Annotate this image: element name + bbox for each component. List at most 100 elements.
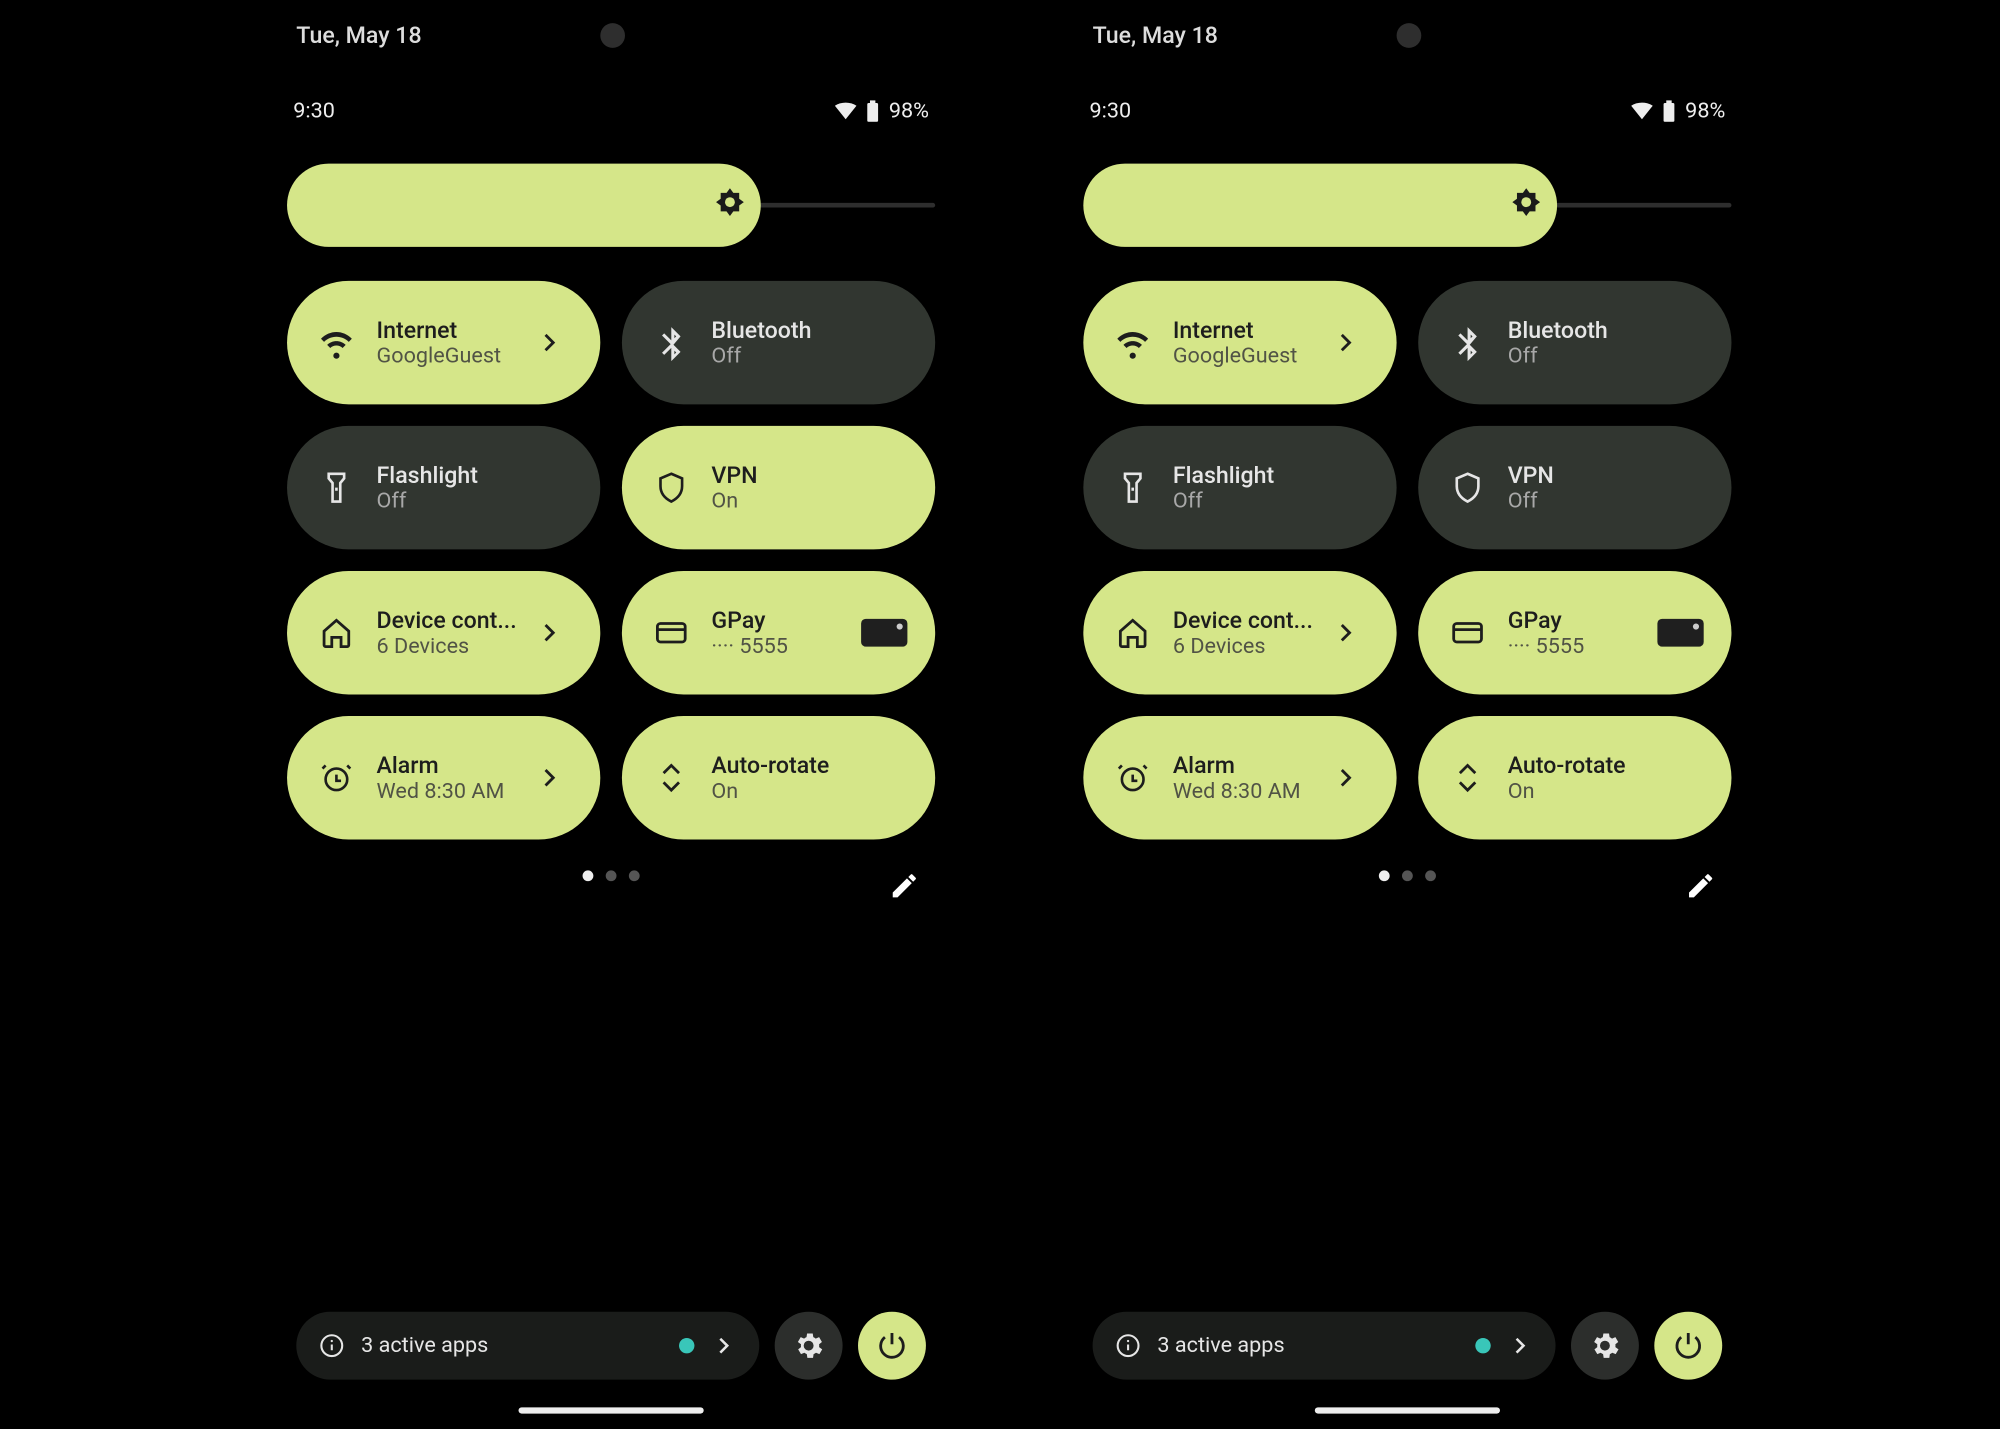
chevron-right-icon [1506,1332,1534,1360]
tile-device[interactable]: Device cont...6 Devices [1083,571,1396,694]
power-button[interactable] [1654,1312,1722,1380]
brightness-slider[interactable] [287,164,935,247]
flashlight-icon [1114,469,1151,506]
tile-title: Internet [1173,316,1320,344]
tile-labels: AlarmWed 8:30 AM [377,752,524,804]
tile-internet[interactable]: InternetGoogleGuest [287,281,600,404]
tile-labels: Auto-rotateOn [1508,752,1707,804]
active-apps-button[interactable]: 3 active apps [1093,1312,1556,1380]
gpay-card-icon [858,619,910,647]
tile-title: Auto-rotate [1508,752,1707,780]
tile-gpay[interactable]: GPay···· 5555 [1418,571,1731,694]
wifi-status-icon [835,102,857,121]
tile-rotate[interactable]: Auto-rotateOn [1418,716,1731,839]
tile-labels: GPay···· 5555 [1508,606,1655,658]
chevron-right-icon[interactable] [1319,762,1371,793]
chevron-right-icon[interactable] [1319,617,1371,648]
battery-status-icon [1662,100,1676,122]
brightness-fill [1083,164,1556,247]
active-apps-label: 3 active apps [361,1333,663,1358]
active-apps-label: 3 active apps [1157,1333,1459,1358]
tile-internet[interactable]: InternetGoogleGuest [1083,281,1396,404]
camera-cutout [1397,23,1422,48]
tile-subtitle: Off [1508,489,1707,514]
info-icon [318,1332,346,1360]
battery-text: 98% [889,99,929,124]
tile-alarm[interactable]: AlarmWed 8:30 AM [287,716,600,839]
status-time: 9:30 [1089,99,1131,124]
brightness-slider[interactable] [1083,164,1731,247]
camera-cutout [600,23,625,48]
chevron-right-icon [710,1332,738,1360]
rotate-icon [1449,759,1486,796]
mic-indicator-icon [679,1338,694,1353]
tile-labels: GPay···· 5555 [711,606,858,658]
tile-title: Device cont... [377,606,524,634]
bluetooth-icon [1449,324,1486,361]
edit-tiles-button[interactable] [1679,864,1722,907]
tile-bluetooth[interactable]: BluetoothOff [1418,281,1731,404]
date-text: Tue, May 18 [296,22,421,50]
chevron-right-icon[interactable] [1319,327,1371,358]
tile-flashlight[interactable]: FlashlightOff [1083,426,1396,549]
phone-panel: Tue, May 189:3098%InternetGoogleGuestBlu… [1083,0,1731,1426]
tile-alarm[interactable]: AlarmWed 8:30 AM [1083,716,1396,839]
power-button[interactable] [858,1312,926,1380]
tile-labels: FlashlightOff [377,461,576,513]
tile-device[interactable]: Device cont...6 Devices [287,571,600,694]
tile-bluetooth[interactable]: BluetoothOff [622,281,935,404]
tile-labels: Device cont...6 Devices [1173,606,1320,658]
rotate-icon [653,759,690,796]
settings-button[interactable] [775,1312,843,1380]
status-time: 9:30 [293,99,335,124]
home-icon [318,614,355,651]
wifi-icon [1114,324,1151,361]
tile-subtitle: Off [711,344,910,369]
tile-subtitle: 6 Devices [377,634,524,659]
tile-subtitle: Off [1508,344,1707,369]
battery-text: 98% [1685,99,1725,124]
tile-vpn[interactable]: VPNOff [1418,426,1731,549]
active-apps-button[interactable]: 3 active apps [296,1312,759,1380]
mic-indicator-icon [1475,1338,1490,1353]
gesture-nav-pill[interactable] [519,1407,704,1413]
tile-title: Bluetooth [711,316,910,344]
tile-labels: VPNOn [711,461,910,513]
chevron-right-icon[interactable] [523,762,575,793]
tile-flashlight[interactable]: FlashlightOff [287,426,600,549]
tile-title: Alarm [1173,752,1320,780]
tile-gpay[interactable]: GPay···· 5555 [622,571,935,694]
tile-subtitle: GoogleGuest [377,344,524,369]
brightness-icon [1507,187,1544,224]
tile-labels: VPNOff [1508,461,1707,513]
tile-labels: Auto-rotateOn [711,752,910,804]
date-text: Tue, May 18 [1093,22,1218,50]
wifi-status-icon [1631,102,1653,121]
info-icon [1114,1332,1142,1360]
page-indicator [583,870,640,881]
chevron-right-icon[interactable] [523,617,575,648]
card-icon [653,614,690,651]
tile-subtitle: ···· 5555 [711,634,858,659]
tile-title: GPay [711,606,858,634]
settings-button[interactable] [1571,1312,1639,1380]
tile-labels: AlarmWed 8:30 AM [1173,752,1320,804]
tile-subtitle: 6 Devices [1173,634,1320,659]
card-icon [1449,614,1486,651]
tile-vpn[interactable]: VPNOn [622,426,935,549]
chevron-right-icon[interactable] [523,327,575,358]
brightness-icon [711,187,748,224]
qs-tiles: InternetGoogleGuestBluetoothOffFlashligh… [1083,281,1731,840]
gesture-nav-pill[interactable] [1315,1407,1500,1413]
flashlight-icon [318,469,355,506]
tile-title: Internet [377,316,524,344]
page-indicator [1379,870,1436,881]
tile-subtitle: Off [377,489,576,514]
tile-title: Auto-rotate [711,752,910,780]
tile-title: Bluetooth [1508,316,1707,344]
tile-title: VPN [1508,461,1707,489]
tile-rotate[interactable]: Auto-rotateOn [622,716,935,839]
tile-labels: FlashlightOff [1173,461,1372,513]
edit-tiles-button[interactable] [883,864,926,907]
tile-subtitle: On [711,779,910,804]
